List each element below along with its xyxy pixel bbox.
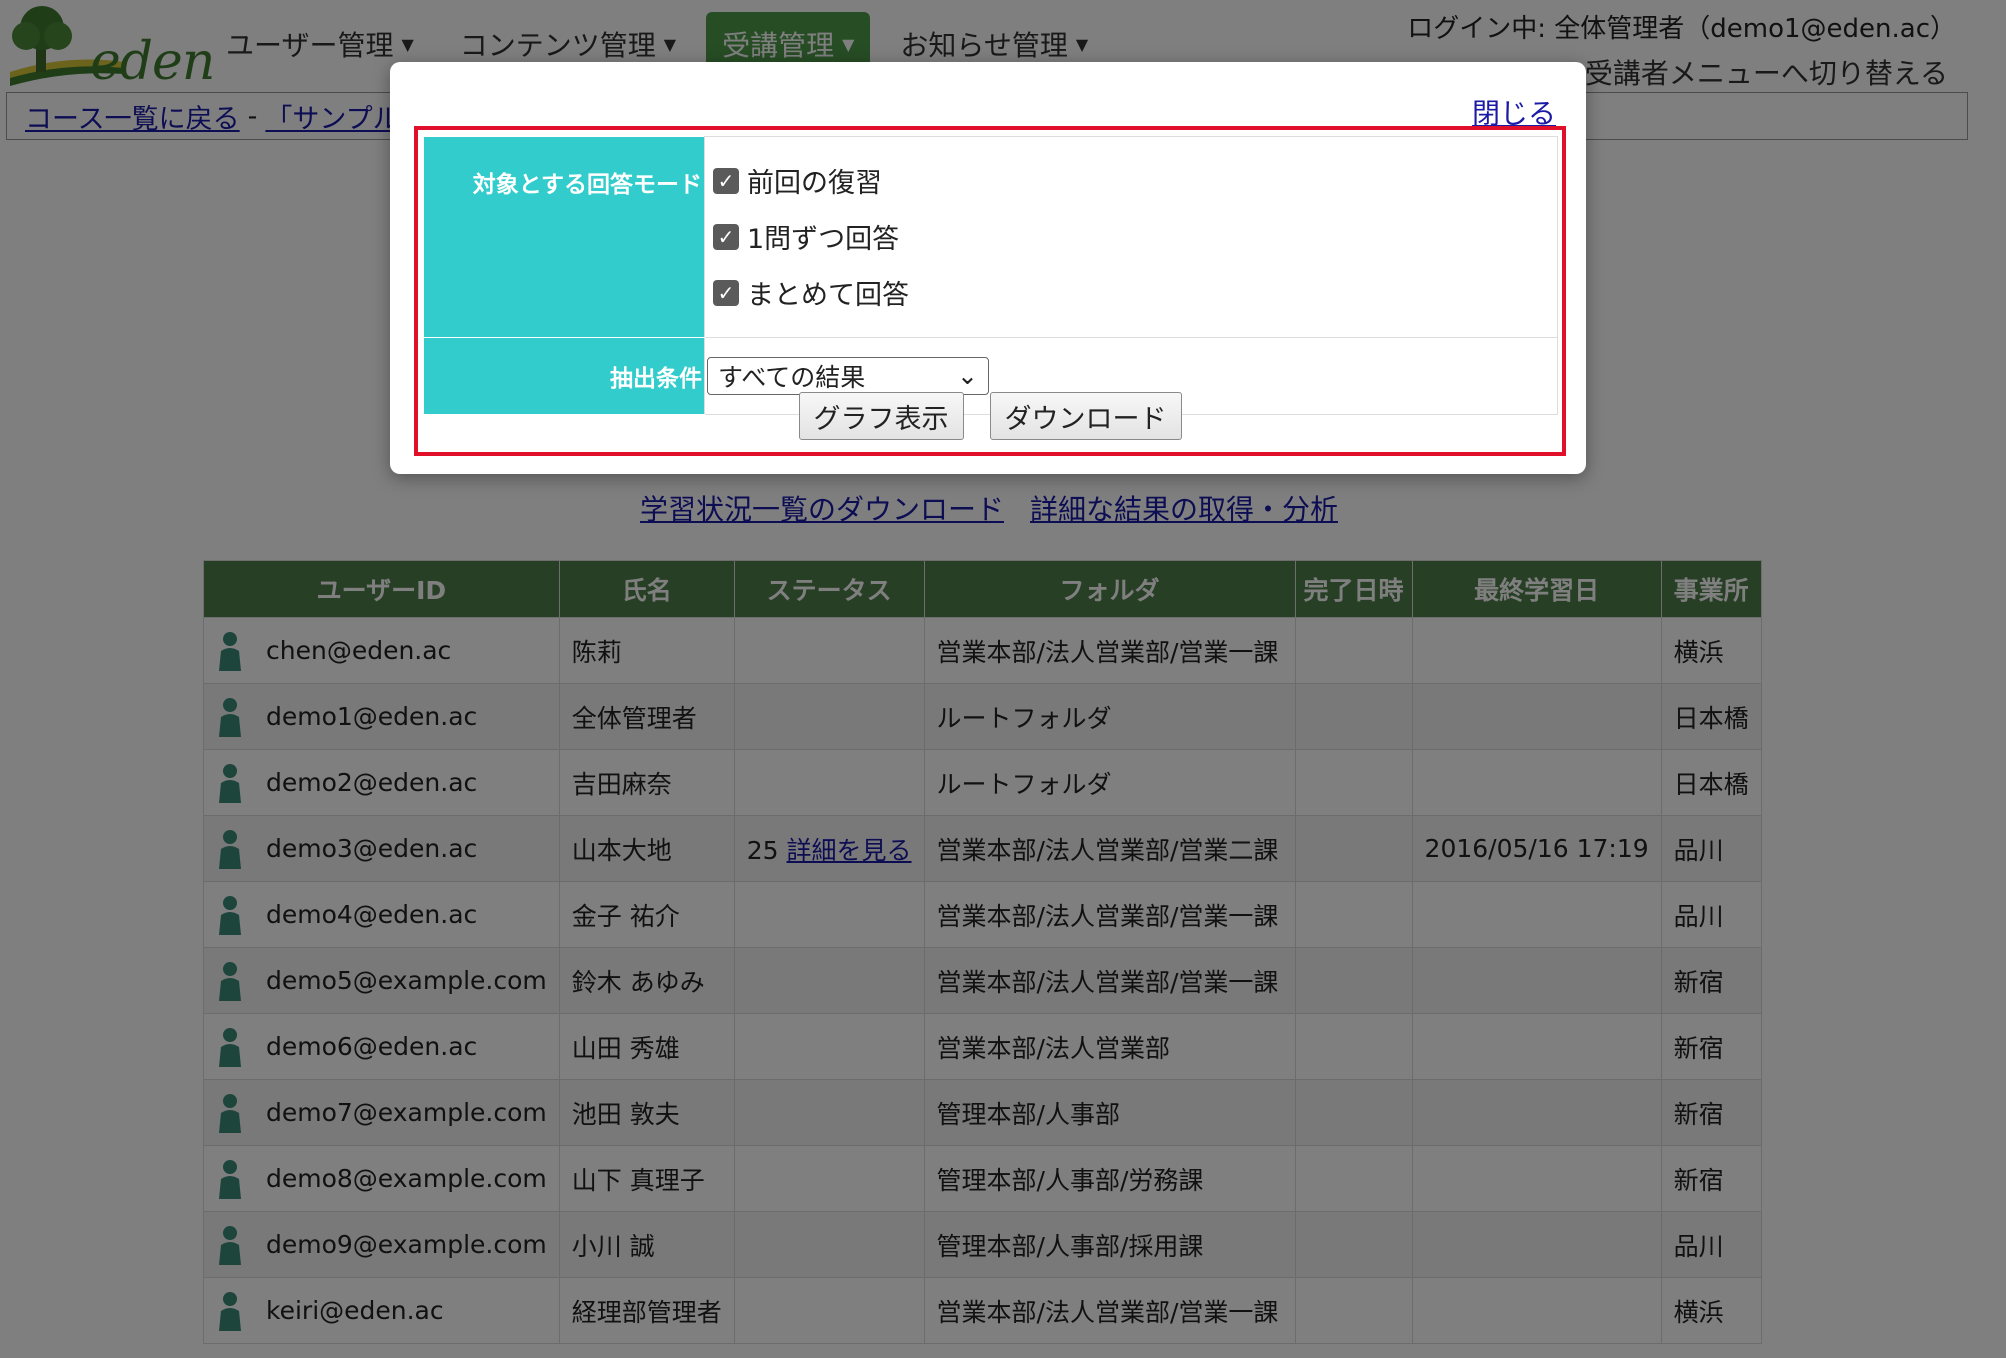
checkbox-checked-icon[interactable]: ✓ <box>713 279 739 306</box>
mode-option-label: まとめて回答 <box>747 280 909 312</box>
modal-button-row: グラフ表示 ダウンロード <box>418 392 1562 440</box>
select-value: すべての結果 <box>718 362 866 392</box>
download-button[interactable]: ダウンロード <box>989 392 1182 440</box>
mode-option-batch[interactable]: ✓ まとめて回答 <box>707 265 1555 321</box>
answer-mode-row: 対象とする回答モード ✓ 前回の復習 ✓ 1問ずつ回答 ✓ まとめて回答 <box>424 136 1558 338</box>
mode-option-one-by-one[interactable]: ✓ 1問ずつ回答 <box>707 209 1555 265</box>
chevron-down-icon: ⌄ <box>957 361 978 390</box>
answer-mode-options: ✓ 前回の復習 ✓ 1問ずつ回答 ✓ まとめて回答 <box>704 136 1558 338</box>
checkbox-checked-icon[interactable]: ✓ <box>713 223 739 250</box>
show-graph-button[interactable]: グラフ表示 <box>798 392 964 440</box>
checkbox-checked-icon[interactable]: ✓ <box>713 167 739 194</box>
answer-mode-label: 対象とする回答モード <box>424 136 705 338</box>
highlight-box: 対象とする回答モード ✓ 前回の復習 ✓ 1問ずつ回答 ✓ まとめて回答 抽出条… <box>414 126 1566 456</box>
mode-option-review[interactable]: ✓ 前回の復習 <box>707 153 1555 209</box>
mode-option-label: 1問ずつ回答 <box>747 224 900 256</box>
extract-condition-select[interactable]: すべての結果 ⌄ <box>707 356 989 395</box>
export-form-table: 対象とする回答モード ✓ 前回の復習 ✓ 1問ずつ回答 ✓ まとめて回答 抽出条… <box>424 136 1558 415</box>
export-settings-modal: 閉じる 対象とする回答モード ✓ 前回の復習 ✓ 1問ずつ回答 ✓ まとめて回答 <box>390 62 1586 474</box>
mode-option-label: 前回の復習 <box>747 168 882 200</box>
